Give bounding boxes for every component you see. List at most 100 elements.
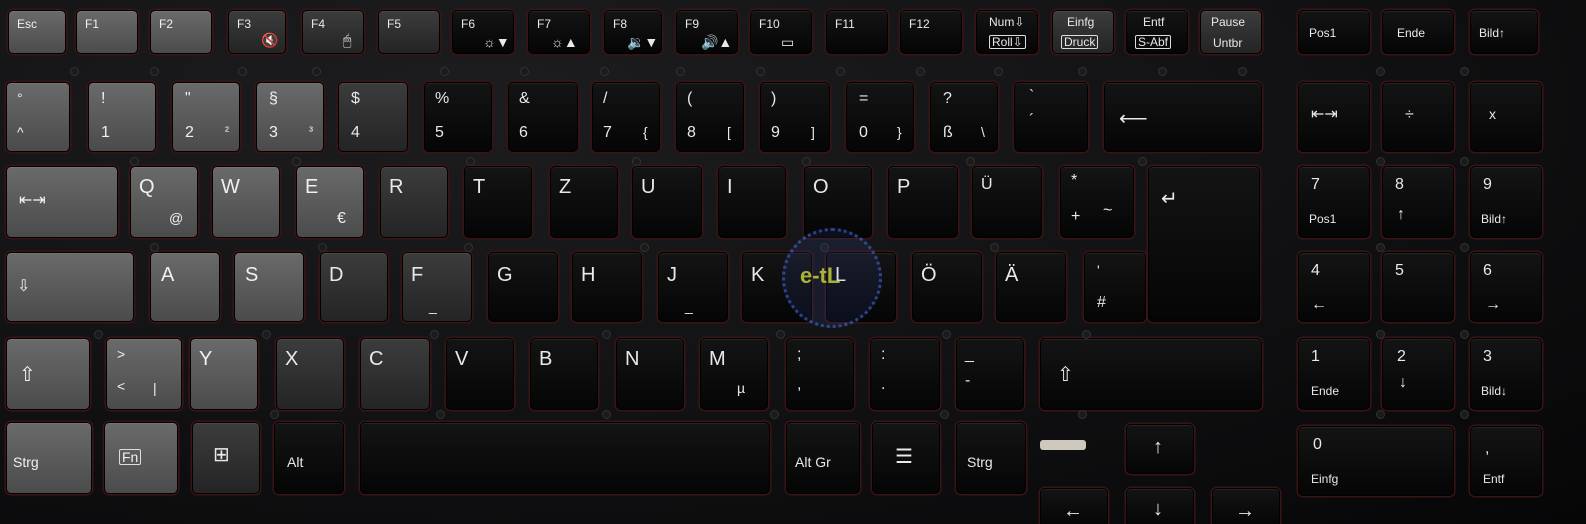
key-win[interactable]: ⊞ — [192, 422, 260, 494]
key-v[interactable]: V — [446, 338, 514, 410]
key-esc[interactable]: Esc — [8, 10, 66, 54]
key-u[interactable]: U — [632, 166, 702, 238]
key-m[interactable]: Mµ — [700, 338, 768, 410]
key-1[interactable]: ! 1 — [88, 82, 156, 152]
key-acute[interactable]: ` ´ — [1014, 82, 1088, 152]
key-np1[interactable]: 1 Ende — [1298, 338, 1370, 410]
key-np-div[interactable]: ÷ — [1382, 82, 1454, 152]
key-label: 4 — [1311, 262, 1320, 279]
key-h[interactable]: H — [572, 252, 642, 322]
key-num[interactable]: Num⇩ Roll⇩ — [976, 10, 1038, 54]
key-e[interactable]: E € — [296, 166, 364, 238]
key-6[interactable]: & 6 — [508, 82, 578, 152]
key-y[interactable]: Y — [190, 338, 258, 410]
key-f4[interactable]: F4 🖱 — [302, 10, 364, 54]
key-tab[interactable]: ⇤⇥ — [6, 166, 118, 238]
key-n[interactable]: N — [616, 338, 684, 410]
key-f[interactable]: F _ — [402, 252, 472, 322]
key-z[interactable]: Z — [550, 166, 618, 238]
key-enter[interactable]: ↵ — [1148, 166, 1260, 322]
key-0[interactable]: = 0} — [846, 82, 914, 152]
key-minus[interactable]: _ - — [956, 338, 1024, 410]
key-lshift[interactable]: ⇧ — [6, 338, 90, 410]
key-p[interactable]: P — [888, 166, 958, 238]
key-strg-r[interactable]: Strg — [956, 422, 1026, 494]
key-strg-l[interactable]: Strg — [6, 422, 92, 494]
key-f7[interactable]: F7 ☼▲ — [528, 10, 590, 54]
key-label: ⇤⇥ — [19, 192, 46, 209]
key-f3[interactable]: F3 🔇 — [228, 10, 286, 54]
key-altgr[interactable]: Alt Gr — [786, 422, 860, 494]
key-g[interactable]: G — [488, 252, 558, 322]
key-hash[interactable]: ' # — [1084, 252, 1146, 322]
key-c[interactable]: C — [360, 338, 430, 410]
key-backspace[interactable]: ⟵ — [1104, 82, 1262, 152]
key-up[interactable]: ↑ — [1126, 424, 1194, 474]
key-np6[interactable]: 6 → — [1470, 252, 1542, 322]
key-d[interactable]: D — [320, 252, 388, 322]
key-np2[interactable]: 2 ↓ — [1382, 338, 1454, 410]
key-pause[interactable]: Pause Untbr — [1200, 10, 1262, 54]
key-np-mul[interactable]: x — [1470, 82, 1542, 152]
key-circumflex[interactable]: ° ^ — [6, 82, 70, 152]
key-comma[interactable]: ;, — [786, 338, 854, 410]
key-q[interactable]: Q @ — [130, 166, 198, 238]
key-f9[interactable]: F9 🔊▲ — [676, 10, 738, 54]
key-np8[interactable]: 8 ↑ — [1382, 166, 1454, 238]
key-oe[interactable]: Ö — [912, 252, 982, 322]
key-f2[interactable]: F2 — [150, 10, 212, 54]
key-f10[interactable]: F10 ▭ — [750, 10, 812, 54]
key-bild-up[interactable]: Bild↑ — [1470, 10, 1538, 54]
key-8[interactable]: (8 [ — [676, 82, 744, 152]
key-spacebar[interactable] — [360, 422, 770, 494]
key-menu[interactable]: ☰ — [872, 422, 940, 494]
key-f1[interactable]: F1 — [76, 10, 138, 54]
key-left[interactable]: ← — [1040, 488, 1108, 524]
key-j[interactable]: J _ — [658, 252, 728, 322]
key-ue[interactable]: Ü — [972, 166, 1042, 238]
key-np5[interactable]: 5 — [1382, 252, 1454, 322]
key-o[interactable]: O — [804, 166, 872, 238]
key-a[interactable]: A — [150, 252, 220, 322]
key-right[interactable]: → — [1212, 488, 1280, 524]
key-9[interactable]: ) 9] — [760, 82, 830, 152]
key-einfg[interactable]: Einfg Druck — [1052, 10, 1114, 54]
key-x[interactable]: X — [276, 338, 344, 410]
key-s[interactable]: S — [234, 252, 304, 322]
key-caps[interactable]: ⇩ — [6, 252, 134, 322]
key-sz[interactable]: ? ß \ — [930, 82, 998, 152]
key-f11[interactable]: F11 — [826, 10, 888, 54]
key-alt[interactable]: Alt — [274, 422, 344, 494]
key-np9[interactable]: 9 Bild↑ — [1470, 166, 1542, 238]
key-np4[interactable]: 4 ← — [1298, 252, 1370, 322]
key-5[interactable]: % 5 — [424, 82, 492, 152]
key-np7[interactable]: 7 Pos1 — [1298, 166, 1370, 238]
key-f6[interactable]: F6 ☼▼ — [452, 10, 514, 54]
key-b[interactable]: B — [530, 338, 598, 410]
key-plus[interactable]: * + ~ — [1060, 166, 1134, 238]
key-np3[interactable]: 3 Bild↓ — [1470, 338, 1542, 410]
key-angle[interactable]: > < | — [106, 338, 182, 410]
key-f8[interactable]: F8 🔉▼ — [604, 10, 662, 54]
key-np-tab[interactable]: ⇤⇥ — [1298, 82, 1370, 152]
key-period[interactable]: :. — [870, 338, 940, 410]
key-entf[interactable]: Entf S-Abf — [1126, 10, 1188, 54]
key-np0[interactable]: 0 Einfg — [1298, 426, 1454, 496]
key-t[interactable]: T — [464, 166, 532, 238]
key-i[interactable]: I — [718, 166, 786, 238]
key-4[interactable]: $4 — [338, 82, 408, 152]
key-r[interactable]: R — [380, 166, 448, 238]
key-f12[interactable]: F12 — [900, 10, 962, 54]
key-ae[interactable]: Ä — [996, 252, 1066, 322]
key-w[interactable]: W — [212, 166, 280, 238]
key-3[interactable]: § 3 ³ — [256, 82, 324, 152]
key-f5[interactable]: F5 — [378, 10, 440, 54]
key-np-dec[interactable]: , Entf — [1470, 426, 1542, 496]
key-ende[interactable]: Ende — [1382, 10, 1454, 54]
key-7[interactable]: / 7 { — [592, 82, 660, 152]
key-pos1[interactable]: Pos1 — [1298, 10, 1370, 54]
key-fn[interactable]: Fn — [104, 422, 178, 494]
key-rshift[interactable]: ⇧ — [1040, 338, 1262, 410]
key-2[interactable]: " 2 ² — [172, 82, 240, 152]
key-down[interactable]: ↓ — [1126, 488, 1194, 524]
